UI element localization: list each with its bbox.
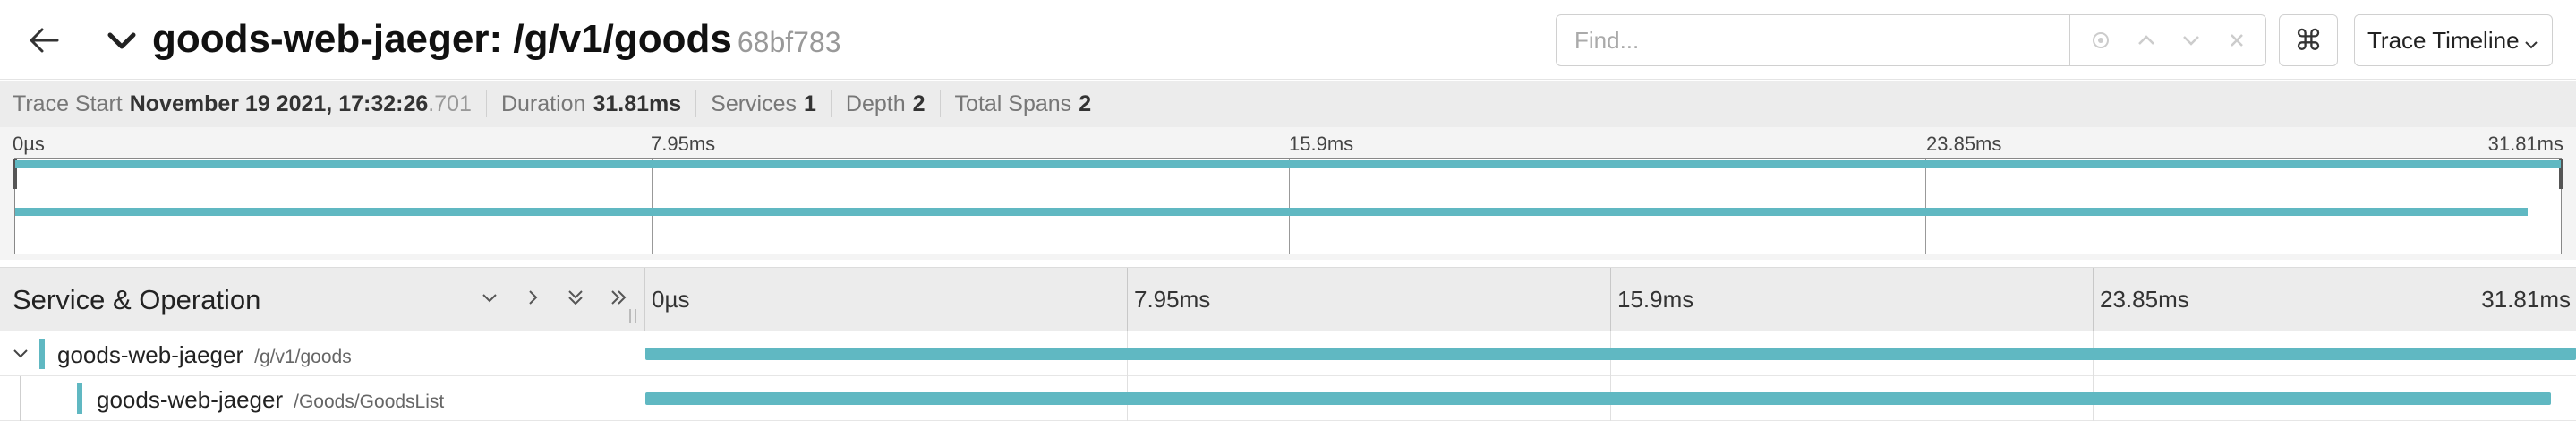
- chevron-down-icon: [2523, 31, 2539, 59]
- trace-start: Trace Start November 19 2021, 17:32:26.7…: [13, 91, 472, 117]
- divider: [695, 90, 697, 117]
- total-spans-label: Total Spans: [954, 90, 1072, 116]
- timeline-header: Service & Operation 0µs 7.95ms 15.9ms 23…: [0, 267, 2576, 332]
- find-box: [1556, 14, 2266, 66]
- trace-title-text: goods-web-jaeger: /g/v1/goods: [152, 17, 732, 61]
- collapse-all-icon[interactable]: [560, 282, 591, 313]
- minimap-span-bar: [15, 160, 2561, 168]
- minimap-span-bar: [15, 208, 2529, 216]
- minimap-tick-label: 31.81ms: [2487, 133, 2563, 155]
- service-operation-title: Service & Operation: [13, 284, 261, 315]
- minimap-gridline: [652, 159, 653, 254]
- column-divider: [644, 268, 645, 332]
- chevron-down-icon[interactable]: [100, 20, 143, 63]
- services-value: 1: [804, 90, 816, 116]
- view-mode-label: Trace Timeline: [2367, 26, 2520, 54]
- trace-header: goods-web-jaeger: /g/v1/goods68bf783 ⌘ T…: [0, 0, 2576, 80]
- service-color-marker: [77, 383, 82, 414]
- view-mode-select[interactable]: Trace Timeline: [2354, 14, 2553, 66]
- minimap-tick-label: 23.85ms: [1926, 133, 2002, 155]
- trace-summary: Trace Start November 19 2021, 17:32:26.7…: [0, 81, 2576, 127]
- divider: [830, 90, 832, 117]
- find-controls: [2071, 15, 2266, 65]
- timeline-tick-label: 7.95ms: [1134, 286, 1211, 313]
- span-row-name-cell[interactable]: goods-web-jaeger/Goods/GoodsList: [0, 376, 644, 421]
- timeline-tick-label: 0µs: [652, 286, 690, 313]
- span-label[interactable]: goods-web-jaeger/Goods/GoodsList: [97, 386, 444, 414]
- timeline-gridline: [2093, 268, 2094, 332]
- timeline-tick-label: 31.81ms: [2481, 286, 2571, 313]
- tree-indent-guide: [20, 376, 21, 421]
- total-spans-value: 2: [1079, 90, 1092, 116]
- span-row[interactable]: goods-web-jaeger/g/v1/goods: [0, 331, 2576, 376]
- trace-id: 68bf783: [737, 26, 841, 58]
- chevron-up-icon[interactable]: [2130, 24, 2162, 56]
- operation-name: /g/v1/goods: [254, 347, 352, 367]
- depth-value: 2: [912, 90, 925, 116]
- span-row[interactable]: goods-web-jaeger/Goods/GoodsList: [0, 376, 2576, 421]
- duration-label: Duration: [500, 90, 586, 116]
- service-name: goods-web-jaeger: [57, 341, 244, 368]
- services: Services 1: [711, 91, 816, 117]
- span-row-name-cell[interactable]: goods-web-jaeger/g/v1/goods: [0, 331, 644, 376]
- minimap-gridline: [1289, 159, 1290, 254]
- timeline-gridline: [1610, 268, 1611, 332]
- service-name: goods-web-jaeger: [97, 386, 284, 413]
- back-arrow-icon[interactable]: [20, 16, 68, 64]
- close-icon[interactable]: [2221, 24, 2253, 56]
- trace-title: goods-web-jaeger: /g/v1/goods 68bf783: [152, 14, 841, 67]
- timeline-tick-label: 15.9ms: [1617, 286, 1694, 313]
- depth: Depth 2: [846, 91, 925, 117]
- collapse-controls: [474, 282, 634, 313]
- minimap-tick-label: 7.95ms: [651, 133, 716, 155]
- find-input[interactable]: [1557, 15, 2070, 65]
- span-bar[interactable]: [645, 348, 2576, 360]
- duration-value: 31.81ms: [593, 90, 682, 116]
- span-label[interactable]: goods-web-jaeger/g/v1/goods: [57, 341, 352, 369]
- timeline-gridline: [1127, 268, 1128, 332]
- minimap-canvas[interactable]: [13, 158, 2563, 254]
- operation-name: /Goods/GoodsList: [294, 391, 445, 412]
- services-label: Services: [711, 90, 798, 116]
- trace-minimap: 0µs 7.95ms 15.9ms 23.85ms 31.81ms: [0, 127, 2576, 260]
- command-icon: ⌘: [2294, 23, 2323, 57]
- locate-icon[interactable]: [2085, 24, 2117, 56]
- chevron-down-icon[interactable]: [9, 342, 32, 366]
- trace-start-label: Trace Start: [13, 90, 123, 116]
- divider: [939, 90, 941, 117]
- minimap-tick-label: 0µs: [13, 133, 45, 155]
- service-color-marker: [39, 339, 45, 369]
- divider: [485, 90, 487, 117]
- column-resize-handle[interactable]: [627, 307, 639, 325]
- duration: Duration 31.81ms: [501, 91, 681, 117]
- minimap-gridline: [1925, 159, 1926, 254]
- keyboard-shortcuts-button[interactable]: ⌘: [2279, 14, 2338, 66]
- total-spans: Total Spans 2: [955, 91, 1092, 117]
- chevron-down-icon[interactable]: [2175, 24, 2207, 56]
- collapse-one-icon[interactable]: [474, 282, 505, 313]
- depth-label: Depth: [845, 90, 906, 116]
- minimap-tick-label: 15.9ms: [1289, 133, 1354, 155]
- trace-start-value: November 19 2021, 17:32:26.701: [129, 90, 472, 116]
- span-bar[interactable]: [645, 392, 2552, 405]
- expand-one-icon[interactable]: [517, 282, 548, 313]
- timeline-tick-label: 23.85ms: [2100, 286, 2189, 313]
